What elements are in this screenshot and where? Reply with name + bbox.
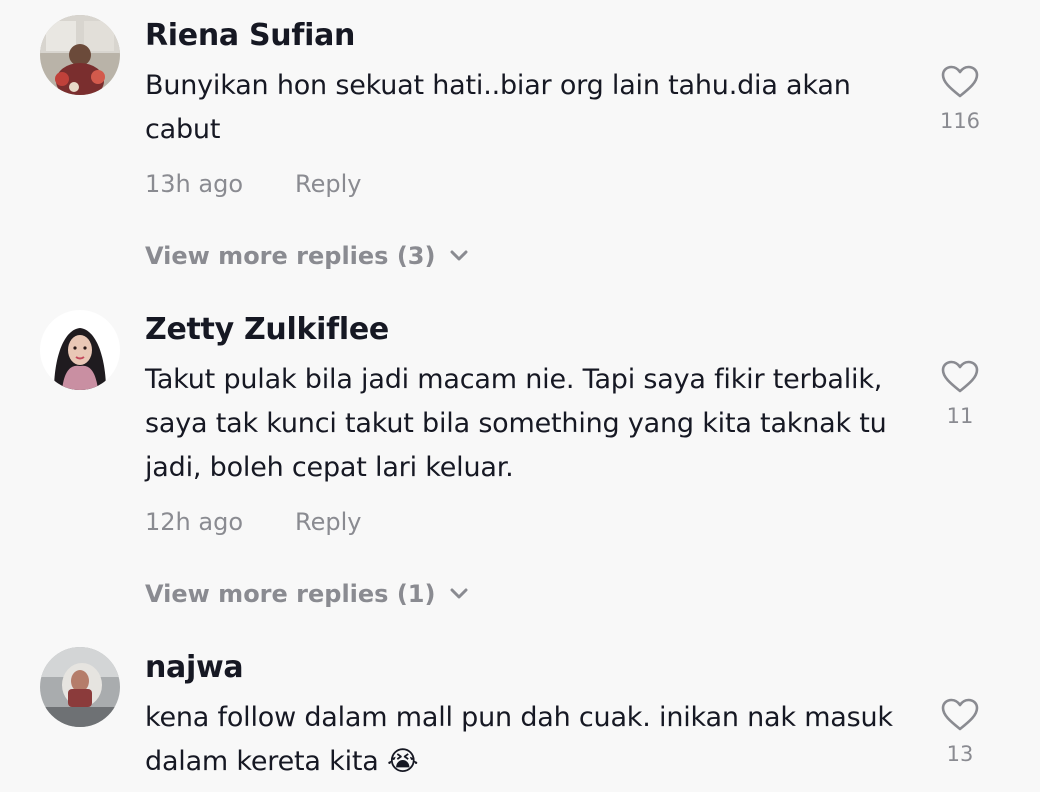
like-button[interactable]: 13 [930, 698, 990, 766]
like-count: 13 [946, 742, 974, 766]
like-count: 116 [939, 109, 981, 133]
like-button[interactable]: 116 [930, 65, 990, 133]
comment-text: Takut pulak bila jadi macam nie. Tapi sa… [145, 364, 887, 483]
comment-username[interactable]: Riena Sufian [145, 18, 355, 53]
comment-username[interactable]: Zetty Zulkiflee [145, 312, 389, 347]
comment-time: 12h ago [145, 508, 244, 536]
avatar-photo [40, 15, 120, 95]
reply-button[interactable]: Reply [295, 170, 361, 198]
comment-meta: 13h ago Reply [145, 170, 361, 198]
view-more-replies-label: View more replies (3) [145, 242, 436, 270]
like-button[interactable]: 11 [930, 360, 990, 428]
like-count: 11 [946, 404, 974, 428]
heart-outline-icon [941, 698, 979, 731]
heart-outline-icon [941, 65, 979, 98]
avatar[interactable] [40, 310, 120, 390]
avatar-photo [40, 647, 120, 727]
view-more-replies-button[interactable]: View more replies (3) [145, 242, 469, 270]
comment-text: kena follow dalam mall pun dah cuak. ini… [145, 702, 893, 777]
comment-list: Riena Sufian Bunyikan hon sekuat hati..b… [0, 0, 1040, 792]
reply-button[interactable]: Reply [295, 508, 361, 536]
comment-username[interactable]: najwa [145, 650, 244, 685]
comment-time: 13h ago [145, 170, 244, 198]
heart-outline-icon [941, 360, 979, 393]
avatar-photo [40, 310, 120, 390]
chevron-down-icon [450, 588, 468, 599]
chevron-down-icon [450, 250, 468, 261]
view-more-replies-label: View more replies (1) [145, 580, 436, 608]
view-more-replies-button[interactable]: View more replies (1) [145, 580, 469, 608]
avatar[interactable] [40, 647, 120, 727]
comment-text: Bunyikan hon sekuat hati..biar org lain … [145, 70, 851, 145]
avatar[interactable] [40, 15, 120, 95]
comment-meta: 12h ago Reply [145, 508, 361, 536]
